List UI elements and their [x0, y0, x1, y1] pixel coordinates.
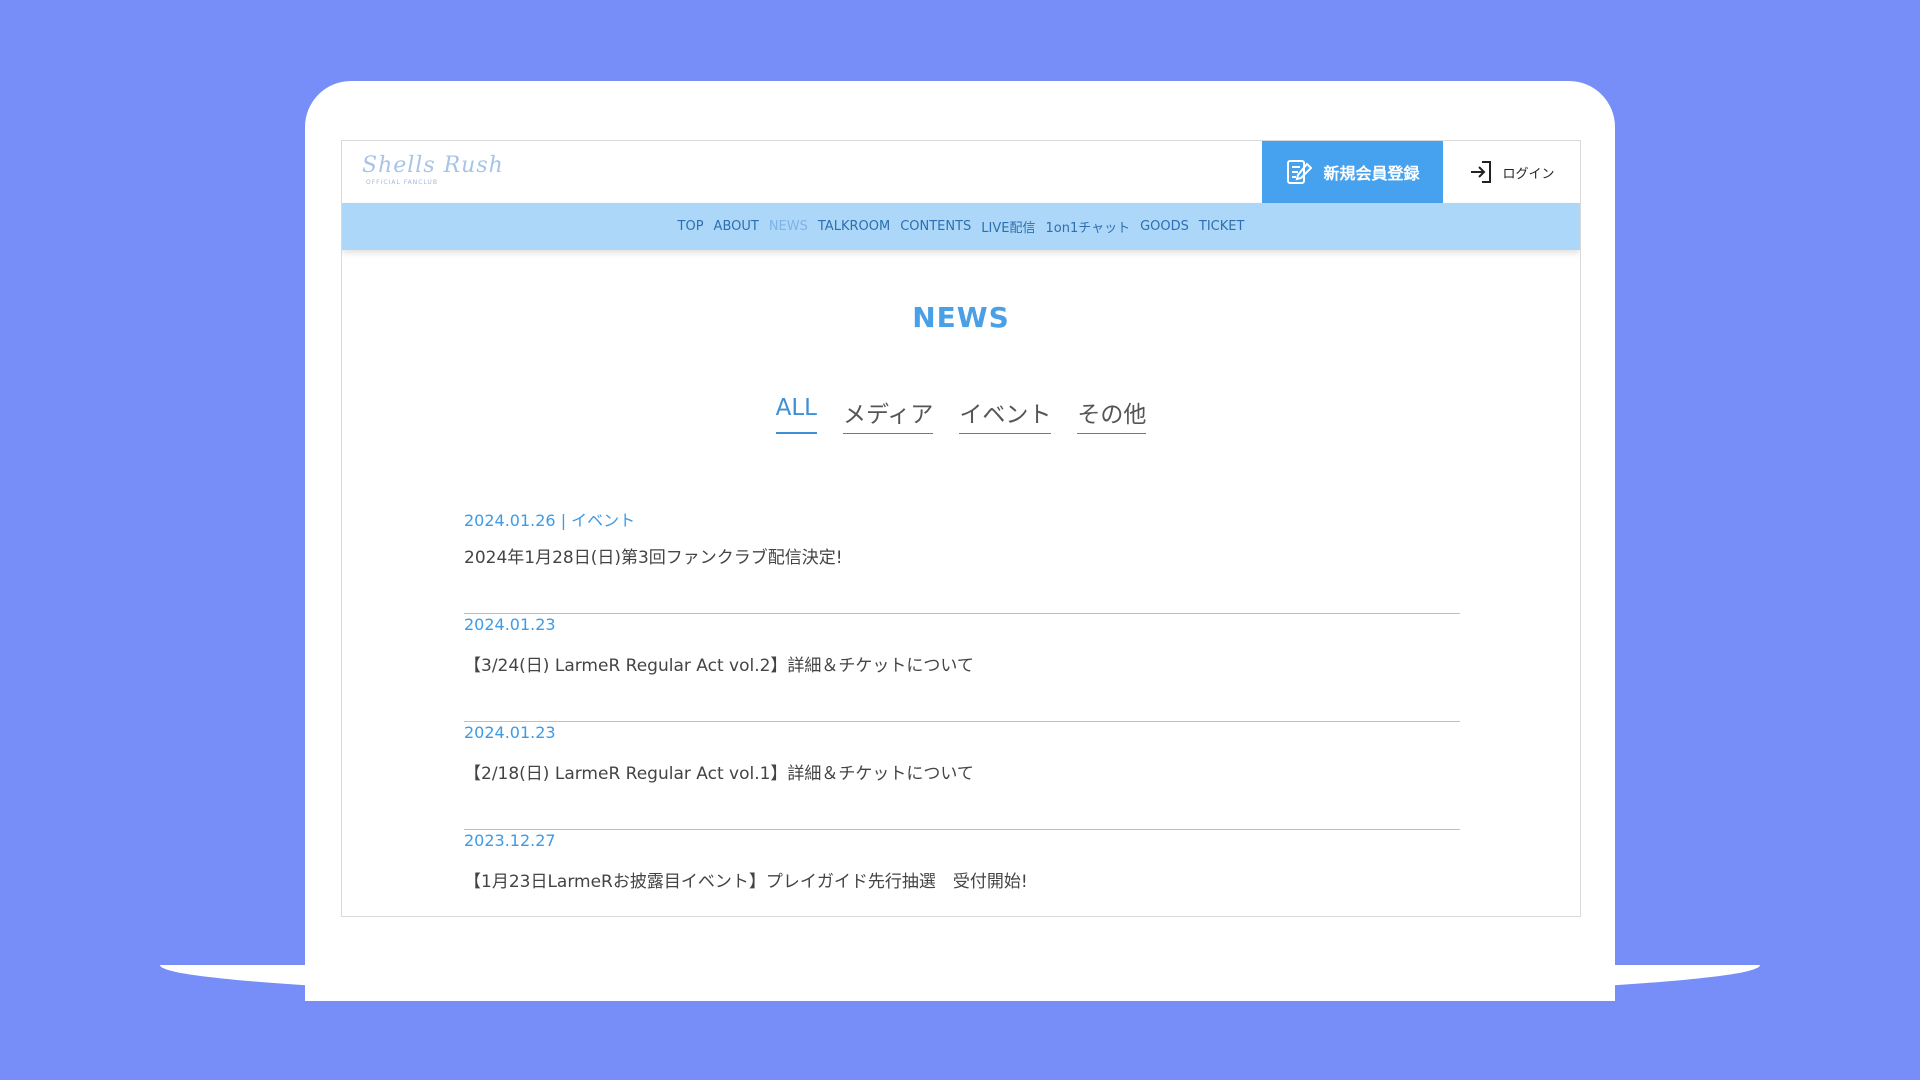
browser-screen: Shells Rush OFFICIAL FANCLUB 新規会員登録 ログイン…: [341, 140, 1581, 917]
news-item[interactable]: 2024.01.23 【2/18(日) LarmeR Regular Act v…: [464, 723, 1460, 830]
register-button[interactable]: 新規会員登録: [1262, 141, 1443, 203]
news-title[interactable]: 2024年1月28日(日)第3回ファンクラブ配信決定!: [464, 543, 843, 568]
nav-item-goods[interactable]: GOODS: [1140, 219, 1189, 234]
site-header: Shells Rush OFFICIAL FANCLUB 新規会員登録 ログイン: [342, 141, 1580, 203]
nav-item-news[interactable]: NEWS: [769, 219, 808, 234]
news-item[interactable]: 2024.01.26 | イベント 2024年1月28日(日)第3回ファンクラブ…: [464, 507, 1460, 614]
news-item[interactable]: 2024.01.23 【3/24(日) LarmeR Regular Act v…: [464, 615, 1460, 722]
logo-subtext: OFFICIAL FANCLUB: [366, 179, 438, 186]
news-item[interactable]: 2023.12.27 【1月23日LarmeRお披露目イベント】プレイガイド先行…: [464, 831, 1460, 916]
page-title: NEWS: [912, 301, 1010, 334]
nav-item-top[interactable]: TOP: [678, 219, 704, 234]
nav-item-talkroom[interactable]: TALKROOM: [818, 219, 890, 234]
nav-item-1on1-chat[interactable]: 1on1チャット: [1045, 217, 1130, 236]
main-nav: TOP ABOUT NEWS TALKROOM CONTENTS LIVE配信 …: [342, 203, 1580, 250]
tab-other[interactable]: その他: [1077, 395, 1147, 434]
tab-event[interactable]: イベント: [959, 395, 1052, 434]
tab-media[interactable]: メディア: [842, 395, 934, 434]
category-tabs: ALL メディア イベント その他: [342, 395, 1580, 434]
nav-item-about[interactable]: ABOUT: [714, 219, 759, 234]
news-list: 2024.01.26 | イベント 2024年1月28日(日)第3回ファンクラブ…: [464, 507, 1460, 916]
news-date: 2023.12.27: [464, 831, 556, 850]
nav-item-live[interactable]: LIVE配信: [981, 217, 1035, 236]
news-date: 2024.01.23: [464, 615, 556, 634]
news-title[interactable]: 【2/18(日) LarmeR Regular Act vol.1】詳細＆チケッ…: [464, 759, 974, 784]
logo-text: Shells Rush: [362, 153, 504, 178]
nav-item-contents[interactable]: CONTENTS: [900, 219, 971, 234]
login-button[interactable]: ログイン: [1443, 141, 1580, 203]
nav-item-ticket[interactable]: TICKET: [1199, 219, 1245, 234]
login-icon: [1471, 161, 1492, 183]
edit-note-icon: [1287, 160, 1313, 184]
tab-all[interactable]: ALL: [775, 395, 817, 434]
site-logo[interactable]: Shells Rush OFFICIAL FANCLUB: [362, 153, 503, 189]
news-title[interactable]: 【3/24(日) LarmeR Regular Act vol.2】詳細＆チケッ…: [464, 651, 974, 676]
register-label: 新規会員登録: [1323, 164, 1420, 183]
news-title[interactable]: 【1月23日LarmeRお披露目イベント】プレイガイド先行抽選 受付開始!: [464, 867, 1028, 892]
news-date: 2024.01.23: [464, 723, 556, 742]
news-date: 2024.01.26 | イベント: [464, 511, 636, 530]
login-label: ログイン: [1502, 166, 1555, 182]
